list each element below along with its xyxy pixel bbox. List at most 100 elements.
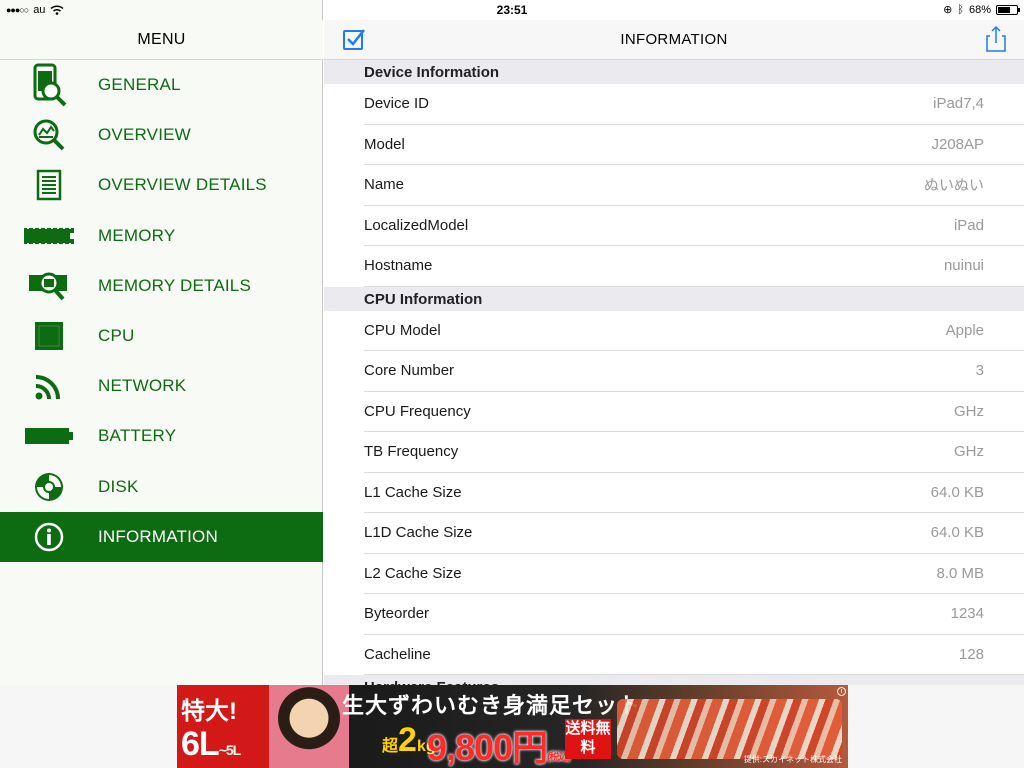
- bluetooth-icon: ᛒ: [957, 3, 964, 16]
- overview-icon: [0, 110, 98, 160]
- share-icon: [986, 25, 1006, 52]
- menu-item-label: MEMORY: [98, 225, 176, 245]
- menu-item-label: NETWORK: [98, 376, 187, 396]
- wifi-signal-icon: [0, 361, 98, 411]
- menu-item-label: DISK: [98, 476, 139, 496]
- section-header-hardware: Hardware Features: [324, 675, 1024, 685]
- share-button[interactable]: [984, 25, 1008, 53]
- row-value: nuinui: [943, 257, 984, 275]
- row-value: iPad7,4: [933, 95, 984, 113]
- row-value: 8.0 MB: [936, 564, 984, 582]
- menu-item-label: GENERAL: [98, 75, 181, 95]
- menu-item-memory[interactable]: MEMORY: [0, 211, 323, 261]
- row-label: CPU Frequency: [364, 402, 471, 420]
- menu-item-battery[interactable]: BATTERY: [0, 411, 323, 461]
- menu-item-label: CPU: [98, 326, 135, 346]
- section-header-device: Device Information: [324, 60, 1024, 84]
- menu-header: MENU: [0, 20, 323, 60]
- row-label: CPU Model: [364, 321, 441, 339]
- menu-item-label: OVERVIEW DETAILS: [98, 175, 267, 195]
- menu-item-overview[interactable]: OVERVIEW: [0, 110, 323, 160]
- table-row: L1D Cache Size 64.0 KB: [364, 513, 1024, 554]
- table-row: Core Number 3: [364, 351, 1024, 392]
- status-bar: ●●●○○ au 23:51 ⊕ ᛒ 68%: [0, 0, 1024, 20]
- clock: 23:51: [496, 3, 528, 17]
- ad-info-icon[interactable]: i: [837, 687, 846, 696]
- menu-item-label: OVERVIEW: [98, 125, 191, 145]
- cpu-icon: [0, 311, 98, 361]
- row-label: LocalizedModel: [364, 216, 469, 234]
- ad-weight-prefix: 超: [382, 738, 399, 755]
- table-row: TB Frequency GHz: [364, 432, 1024, 473]
- ad-banner[interactable]: 特大! 6L~5L 生大ずわいむき身満足セット 超2kg 9,800円(税込) …: [177, 685, 848, 768]
- orientation-lock-icon: ⊕: [943, 4, 953, 16]
- table-row: CPU Model Apple: [364, 311, 1024, 351]
- row-label: Core Number: [364, 362, 455, 380]
- row-value: 3: [975, 362, 984, 380]
- wifi-icon: [50, 5, 64, 15]
- ad-shipping-badge: 送料無料: [565, 719, 611, 759]
- row-value: Apple: [945, 321, 984, 339]
- table-row: Device ID iPad7,4: [364, 84, 1024, 125]
- ad-child-photo: [269, 685, 349, 768]
- ad-price-value: 9,800円: [427, 727, 548, 768]
- row-label: Device ID: [364, 95, 430, 113]
- table-row: L1 Cache Size 64.0 KB: [364, 473, 1024, 513]
- row-value: iPad: [953, 216, 984, 234]
- menu-item-disk[interactable]: DISK: [0, 462, 323, 512]
- menu-item-memory-details[interactable]: MEMORY DETAILS: [0, 261, 323, 311]
- row-label: TB Frequency: [364, 443, 459, 461]
- document-icon: [0, 160, 98, 210]
- battery-status-icon: [996, 4, 1020, 15]
- select-checkbox-button[interactable]: [342, 27, 366, 51]
- disk-icon: [0, 462, 98, 512]
- ad-crab-photo: [617, 699, 842, 759]
- row-label: L1D Cache Size: [364, 524, 473, 542]
- table-row: Byteorder 1234: [364, 594, 1024, 635]
- table-row: Cacheline 128: [364, 635, 1024, 675]
- menu-item-label: BATTERY: [98, 426, 177, 446]
- menu-item-cpu[interactable]: CPU: [0, 311, 323, 361]
- ad-size-text: 6L: [181, 725, 220, 763]
- table-row: L2 Cache Size 8.0 MB: [364, 554, 1024, 594]
- battery-level-fill: [998, 6, 1011, 13]
- memory-chip-icon: [0, 211, 98, 261]
- row-value: 64.0 KB: [930, 524, 984, 542]
- ad-size: 6L~5L: [181, 725, 241, 764]
- carrier-name: au: [33, 4, 46, 16]
- row-label: Name: [364, 176, 405, 194]
- ad-price: 9,800円(税込): [427, 719, 571, 768]
- menu-item-overview-details[interactable]: OVERVIEW DETAILS: [0, 160, 323, 210]
- menu-item-information[interactable]: INFORMATION: [0, 511, 323, 562]
- table-row: LocalizedModel iPad: [364, 206, 1024, 246]
- row-value: ぬいぬい: [923, 177, 984, 195]
- detail-header: INFORMATION: [324, 20, 1024, 60]
- ad-credit: 提供:スカイネット株式会社: [743, 755, 842, 764]
- row-label: L1 Cache Size: [364, 483, 462, 501]
- ad-top-text: 特大!: [181, 698, 237, 725]
- ad-weight-value: 2: [398, 721, 417, 759]
- signal-strength-icon: ●●●○○: [6, 5, 29, 15]
- row-value: J208AP: [931, 135, 984, 153]
- table-row: Name ぬいぬい: [364, 165, 1024, 206]
- menu-list: GENERAL OVERVIEW OVERVIEW DETAILS MEMORY…: [0, 60, 323, 562]
- battery-icon: [0, 411, 98, 461]
- menu-item-label: MEMORY DETAILS: [98, 275, 252, 295]
- battery-percent: 68%: [968, 3, 991, 16]
- row-label: Cacheline: [364, 645, 431, 663]
- info-table: Device Information Device ID iPad7,4 Mode…: [324, 60, 1024, 685]
- info-icon: [0, 512, 98, 562]
- table-row: CPU Frequency GHz: [364, 392, 1024, 432]
- detail-panel: INFORMATION Device Information Device ID…: [324, 0, 1024, 685]
- row-value: GHz: [954, 402, 984, 420]
- row-label: L2 Cache Size: [364, 564, 462, 582]
- table-row: Hostname nuinui: [364, 246, 1024, 287]
- menu-item-network[interactable]: NETWORK: [0, 361, 323, 411]
- row-label: Model: [364, 135, 405, 153]
- menu-panel: MENU GENERAL OVERVIEW OVERVIEW DETAILS M…: [0, 0, 323, 685]
- page-title: INFORMATION: [620, 31, 728, 48]
- ad-size-suffix: ~5L: [218, 742, 241, 758]
- menu-item-general[interactable]: GENERAL: [0, 60, 323, 110]
- table-row: Model J208AP: [364, 125, 1024, 165]
- section-header-cpu: CPU Information: [324, 286, 1024, 311]
